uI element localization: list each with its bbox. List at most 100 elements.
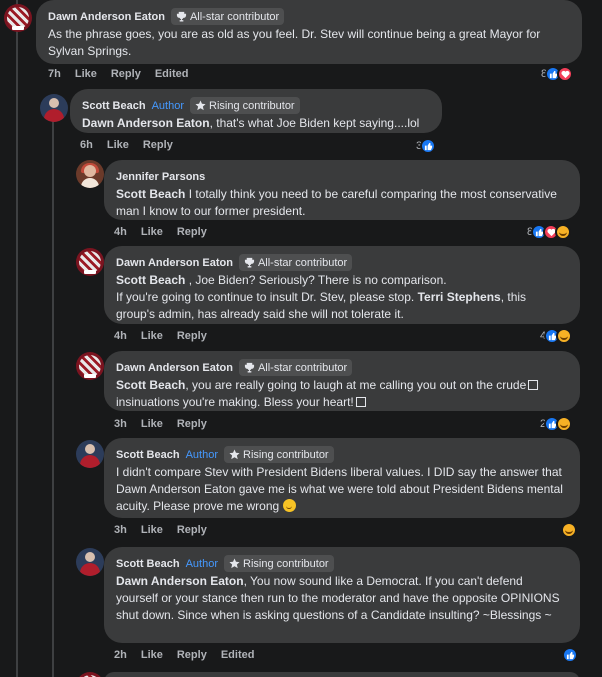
comment-time[interactable]: 2h [114, 649, 127, 661]
comment-actions: 2h Like Reply Edited [114, 648, 254, 662]
author-label: Author [151, 99, 184, 112]
commenter-name[interactable]: Scott Beach [116, 449, 180, 461]
comment-text: As the phrase goes, you are as old as yo… [48, 27, 541, 58]
mention-link[interactable]: Scott Beach [116, 273, 185, 287]
reply-link[interactable]: Reply [177, 524, 207, 536]
badge-label: Rising contributor [243, 557, 329, 570]
comment-bubble: Dawn Anderson Eaton All-star contributor… [104, 351, 580, 411]
reaction-summary[interactable]: 4 [540, 327, 573, 345]
like-link[interactable]: Like [141, 418, 163, 430]
missing-glyph-icon [528, 380, 539, 390]
contributor-badge[interactable]: All-star contributor [170, 8, 285, 25]
avatar[interactable] [4, 4, 32, 32]
thread-line [16, 0, 18, 677]
reply-link[interactable]: Reply [177, 649, 207, 661]
badge-label: All-star contributor [189, 10, 280, 23]
badge-label: All-star contributor [257, 361, 348, 374]
comment-text: Scott Beach, you are really going to lau… [116, 377, 568, 411]
comment-actions: 3h Like Reply [114, 417, 207, 431]
reply-link[interactable]: Reply [143, 139, 173, 151]
reaction-summary[interactable]: 2 [540, 415, 573, 433]
reaction-summary[interactable] [562, 646, 578, 664]
like-link[interactable]: Like [141, 524, 163, 536]
reaction-summary[interactable]: 8 [541, 65, 574, 83]
comment-bubble: Jennifer Parsons Scott Beach I totally t… [104, 160, 580, 220]
contributor-badge[interactable]: Rising contributor [224, 555, 334, 572]
comment-actions: 7h Like Reply Edited [48, 67, 188, 81]
avatar[interactable] [76, 440, 104, 468]
badge-label: Rising contributor [209, 99, 295, 112]
mention-link[interactable]: Scott Beach [116, 378, 185, 392]
reply-link[interactable]: Reply [177, 226, 207, 238]
comment-thread: Dawn Anderson Eaton All-star contributor… [0, 0, 602, 677]
like-link[interactable]: Like [141, 330, 163, 342]
edited-label[interactable]: Edited [155, 68, 189, 80]
avatar[interactable] [76, 248, 104, 276]
commenter-name[interactable]: Dawn Anderson Eaton [48, 11, 165, 23]
comment-time[interactable]: 3h [114, 524, 127, 536]
trophy-icon [244, 362, 255, 373]
comment-time[interactable]: 4h [114, 226, 127, 238]
mention-link[interactable]: Terri Stephens [418, 290, 501, 304]
commenter-name[interactable]: Scott Beach [82, 100, 146, 112]
avatar[interactable] [76, 548, 104, 576]
mention-link[interactable]: Scott Beach [116, 187, 185, 201]
comment-text: I didn't compare Stev with President Bid… [116, 465, 563, 513]
comment-bubble: Scott Beach Author Rising contributor I … [104, 438, 580, 518]
author-label: Author [185, 557, 218, 570]
comment-bubble: Scott Beach Author Rising contributor Da… [104, 547, 580, 643]
commenter-name[interactable]: Dawn Anderson Eaton [116, 362, 233, 374]
comment-text: Scott Beach , Joe Biden? Seriously? Ther… [116, 273, 527, 321]
reply-link[interactable]: Reply [111, 68, 141, 80]
contributor-badge[interactable]: All-star contributor [238, 359, 353, 376]
reaction-summary[interactable]: 3 [416, 137, 437, 155]
comment-actions: 6h Like Reply [80, 138, 173, 152]
haha-reaction-icon [556, 328, 573, 344]
haha-reaction-icon [555, 224, 572, 240]
reply-link[interactable]: Reply [177, 418, 207, 430]
mention-link[interactable]: Dawn Anderson Eaton [82, 116, 210, 130]
reply-link[interactable]: Reply [177, 330, 207, 342]
like-reaction-icon [562, 647, 578, 663]
comment-time[interactable]: 4h [114, 330, 127, 342]
avatar[interactable] [76, 352, 104, 380]
missing-glyph-icon [355, 397, 366, 407]
love-reaction-icon [557, 66, 574, 82]
comment-time[interactable]: 3h [114, 418, 127, 430]
comment-text: Dawn Anderson Eaton, that's what Joe Bid… [82, 116, 420, 130]
like-link[interactable]: Like [107, 139, 129, 151]
edited-label[interactable]: Edited [221, 649, 255, 661]
commenter-name[interactable]: Jennifer Parsons [116, 171, 205, 183]
mention-link[interactable]: Dawn Anderson Eaton [116, 574, 244, 588]
contributor-badge[interactable]: Rising contributor [190, 97, 300, 114]
reaction-summary[interactable] [561, 521, 577, 539]
star-icon [229, 558, 240, 569]
like-link[interactable]: Like [141, 226, 163, 238]
commenter-name[interactable]: Dawn Anderson Eaton [116, 257, 233, 269]
comment-text: Scott Beach I totally think you need to … [116, 187, 557, 218]
comment-text: Dawn Anderson Eaton, You now sound like … [116, 574, 560, 622]
reaction-summary[interactable]: 8 [527, 223, 572, 241]
author-label: Author [185, 448, 218, 461]
trophy-icon [244, 257, 255, 268]
comment-bubble [104, 672, 580, 677]
avatar[interactable] [76, 160, 104, 188]
comment-time[interactable]: 7h [48, 68, 61, 80]
star-icon [195, 100, 206, 111]
contributor-badge[interactable]: Rising contributor [224, 446, 334, 463]
avatar[interactable] [40, 94, 68, 122]
comment-actions: 3h Like Reply [114, 523, 207, 537]
badge-label: Rising contributor [243, 448, 329, 461]
comment-actions: 4h Like Reply [114, 329, 207, 343]
like-reaction-icon [420, 138, 437, 154]
thread-line [52, 120, 54, 677]
commenter-name[interactable]: Scott Beach [116, 558, 180, 570]
comment-bubble: Dawn Anderson Eaton All-star contributor… [36, 0, 582, 64]
avatar[interactable] [76, 672, 104, 677]
smile-emoji-icon [282, 499, 296, 512]
like-link[interactable]: Like [141, 649, 163, 661]
contributor-badge[interactable]: All-star contributor [238, 254, 353, 271]
comment-time[interactable]: 6h [80, 139, 93, 151]
comment-bubble: Scott Beach Author Rising contributor Da… [70, 89, 442, 133]
like-link[interactable]: Like [75, 68, 97, 80]
